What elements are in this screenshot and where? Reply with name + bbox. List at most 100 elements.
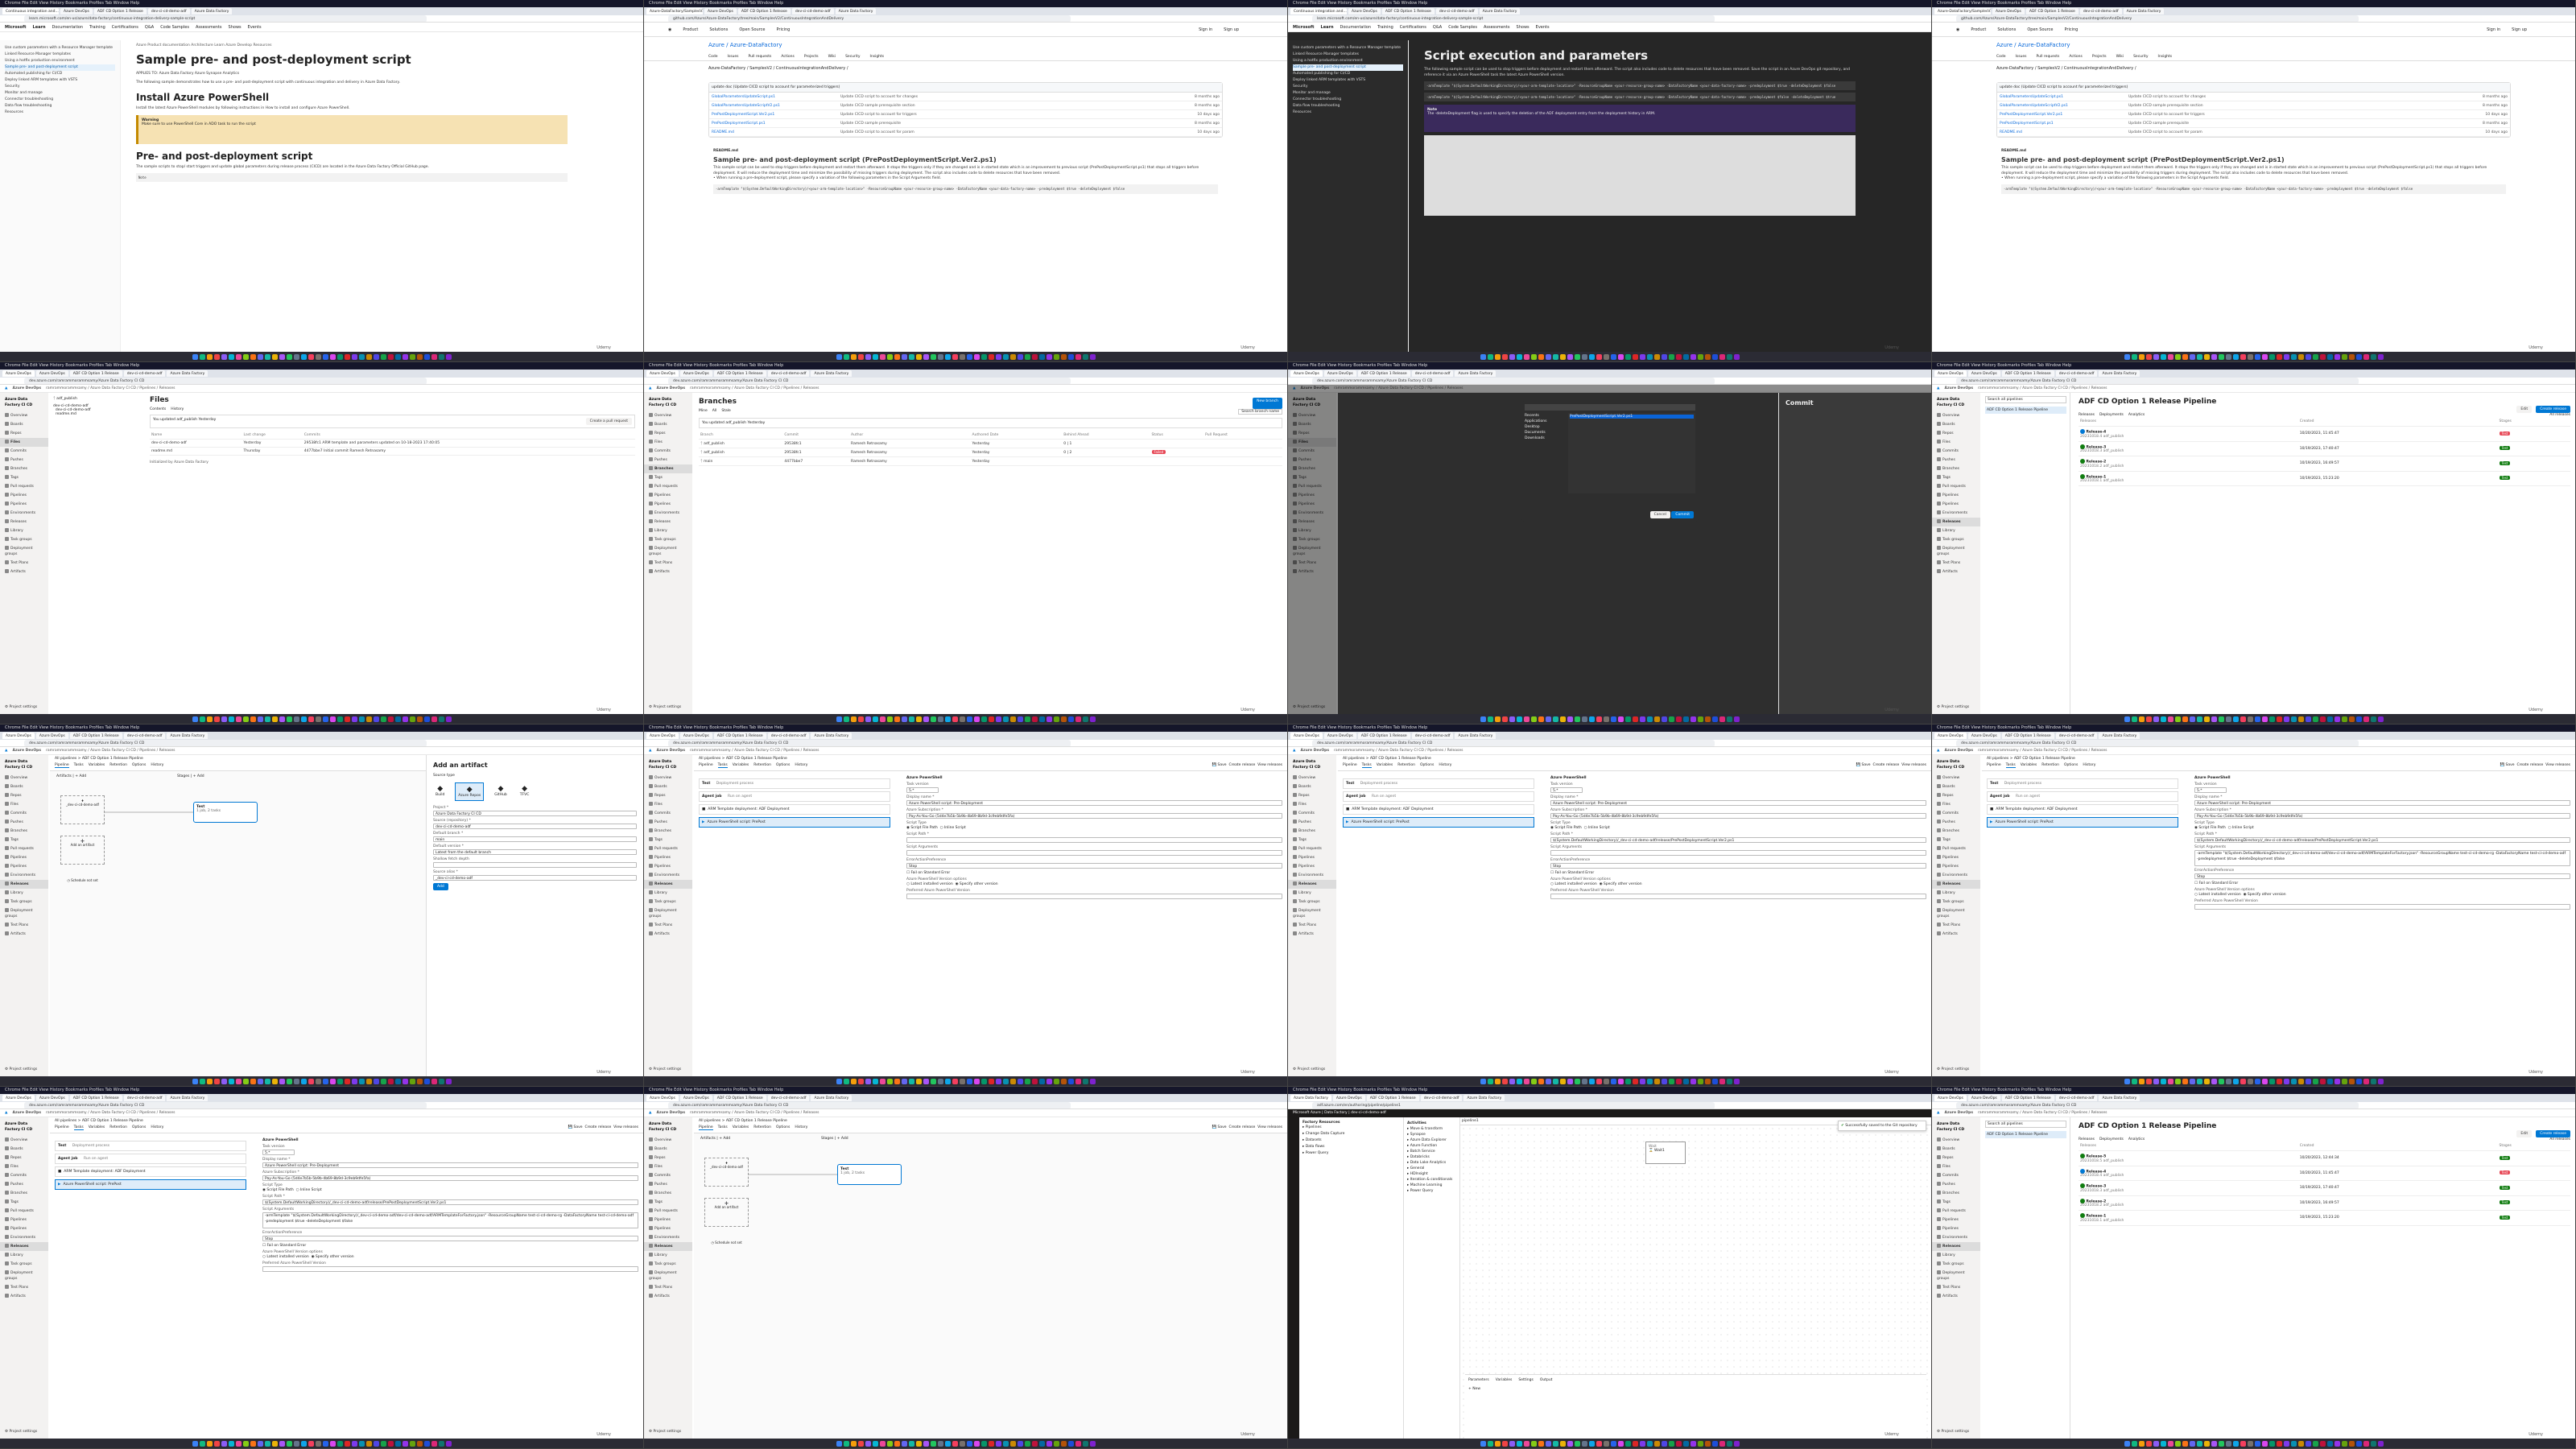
browser-tab[interactable]: Azure Data Factory [811,733,852,739]
task-powershell[interactable]: ▶ Azure PowerShell script: PrePost [1987,817,2178,828]
create-release-button[interactable]: Create release [2536,1130,2570,1137]
dock-app-icon[interactable] [959,716,965,722]
devops-nav-item[interactable]: Library [1932,526,1980,535]
dock-app-icon[interactable] [228,716,234,722]
github-nav-link[interactable]: Solutions [709,23,728,36]
dock-app-icon[interactable] [351,1078,357,1084]
dock-app-icon[interactable] [445,353,452,360]
preferred-version-input[interactable] [906,894,1282,899]
dock-app-icon[interactable] [1690,1078,1696,1084]
dock-app-icon[interactable] [1024,1440,1030,1447]
dock-app-icon[interactable] [1530,716,1537,722]
artifact-card[interactable]: ♦ _dev-ci-cd-demo-adf [60,795,105,824]
dock-app-icon[interactable] [2355,1078,2362,1084]
agent-job[interactable]: Agent job Run on agent [1343,791,1534,802]
dock-app-icon[interactable] [271,1078,278,1084]
dock-app-icon[interactable] [2160,1078,2166,1084]
dock-app-icon[interactable] [2225,1078,2231,1084]
stage-card[interactable]: Test 1 job, 2 tasks [193,802,258,823]
field-input[interactable]: main [433,836,637,842]
dock-app-icon[interactable] [300,1440,307,1447]
dock-app-icon[interactable] [1487,1078,1493,1084]
learn-top-link[interactable]: Certifications [1400,23,1426,31]
stage-header[interactable]: Test Deployment process [1343,778,1534,789]
dock-app-icon[interactable] [394,353,401,360]
branch-row[interactable]: ᛏ adf_publish 29538fc1 Ramesh Retnasamy Yes… [699,448,1282,457]
dock-app-icon[interactable] [2232,716,2239,722]
dock-app-icon[interactable] [1538,716,1544,722]
dock-app-icon[interactable] [894,1440,900,1447]
devops-nav-item[interactable]: Pushes [1932,456,1980,464]
dock-app-icon[interactable] [850,353,857,360]
dock-app-icon[interactable] [973,353,980,360]
dock-app-icon[interactable] [1545,1078,1551,1084]
dock-app-icon[interactable] [409,353,415,360]
dock-app-icon[interactable] [2341,353,2347,360]
dock-app-icon[interactable] [387,1078,394,1084]
devops-nav-item[interactable]: Pushes [1932,1180,1980,1189]
devops-nav-item[interactable]: Repos [644,1154,692,1162]
release-row[interactable]: Release-1 20231018.1 adf_publish 10/19/202… [2079,1210,2570,1226]
dock-app-icon[interactable] [1009,1078,1016,1084]
agent-job[interactable]: Agent job Run on agent [1987,791,2178,802]
dock-app-icon[interactable] [2240,1440,2246,1447]
script-path-input[interactable]: $(System.DefaultWorkingDirectory)/_dev-c… [262,1199,638,1205]
dock-app-icon[interactable] [1639,353,1645,360]
devops-nav-item[interactable]: Artifacts [644,568,692,576]
devops-nav-item[interactable]: Pushes [644,456,692,464]
dock-app-icon[interactable] [937,716,943,722]
dock-app-icon[interactable] [2261,716,2268,722]
dock-app-icon[interactable] [1661,716,1667,722]
dock-app-icon[interactable] [1509,1078,1515,1084]
repo-tab[interactable]: Wiki [828,53,836,60]
devops-nav-item[interactable]: Deployment groups [1932,544,1980,559]
dock-app-icon[interactable] [1646,353,1653,360]
dock-app-icon[interactable] [1046,716,1052,722]
dock-app-icon[interactable] [2240,1078,2246,1084]
source-type-option[interactable]: ◆ GitHub [492,782,510,801]
dock-app-icon[interactable] [2341,1078,2347,1084]
project-settings[interactable]: ⚙ Project settings [1288,1065,1330,1074]
dock-app-icon[interactable] [2247,1078,2253,1084]
devops-nav-item[interactable]: Pipelines [644,491,692,500]
dock-app-icon[interactable] [387,716,394,722]
dock-app-icon[interactable] [1646,1078,1653,1084]
dock-app-icon[interactable] [915,1078,922,1084]
create-release-button[interactable]: Create release [584,1125,611,1129]
devops-logo-icon[interactable]: ▲ [5,747,7,754]
devops-nav-item[interactable]: Boards [1932,782,1980,791]
dock-app-icon[interactable] [1682,1078,1689,1084]
dock-app-icon[interactable] [952,353,958,360]
dock-app-icon[interactable] [315,353,321,360]
devops-nav-item[interactable]: Files [1932,800,1980,809]
devops-nav-item[interactable]: Artifacts [644,930,692,939]
file-row[interactable]: GlobalParametersUpdateScript.ps1 Update C… [709,93,1222,101]
cancel-button[interactable]: Cancel [1649,511,1670,518]
dock-app-icon[interactable] [2225,353,2231,360]
doc-nav-item[interactable]: Monitor and manage [5,90,115,97]
dock-app-icon[interactable] [322,353,328,360]
learn-top-link[interactable]: Assessments [1484,23,1510,31]
file-row[interactable]: PrePostDeploymentScript.ps1 Update CICD s… [1997,119,2510,128]
dock-app-icon[interactable] [1060,716,1067,722]
dock-app-icon[interactable] [2138,1440,2145,1447]
dock-app-icon[interactable] [2131,1440,2137,1447]
dock-app-icon[interactable] [1574,1440,1580,1447]
properties-tab[interactable]: Variables [1496,1378,1513,1382]
new-branch-button[interactable]: New branch [1253,398,1282,409]
browser-tab[interactable]: dev-ci-cd-demo-adf [2055,1095,2098,1101]
dock-app-icon[interactable] [2247,353,2253,360]
subscription-select[interactable]: Pay-As-You-Go (5d4e7b5b-5b9b-4b69-8b9d-3… [262,1175,638,1181]
dock-app-icon[interactable] [2268,1440,2275,1447]
editor-tab[interactable]: History [151,763,163,767]
doc-nav-item[interactable]: Data flow troubleshooting [5,103,115,109]
dock-app-icon[interactable] [221,1078,227,1084]
dock-app-icon[interactable] [2261,1078,2268,1084]
fail-stderr-checkbox[interactable]: ☐ Fail on Standard Error [2194,881,2238,886]
editor-tab[interactable]: Pipeline [699,763,713,767]
dock-app-icon[interactable] [886,1440,893,1447]
address-bar[interactable]: dev.azure.com/ramrammorammsamy/Azure Dat… [0,1102,643,1109]
dock-app-icon[interactable] [1653,353,1660,360]
dock-app-icon[interactable] [2247,716,2253,722]
devops-nav-item[interactable]: Deployment groups [644,906,692,921]
